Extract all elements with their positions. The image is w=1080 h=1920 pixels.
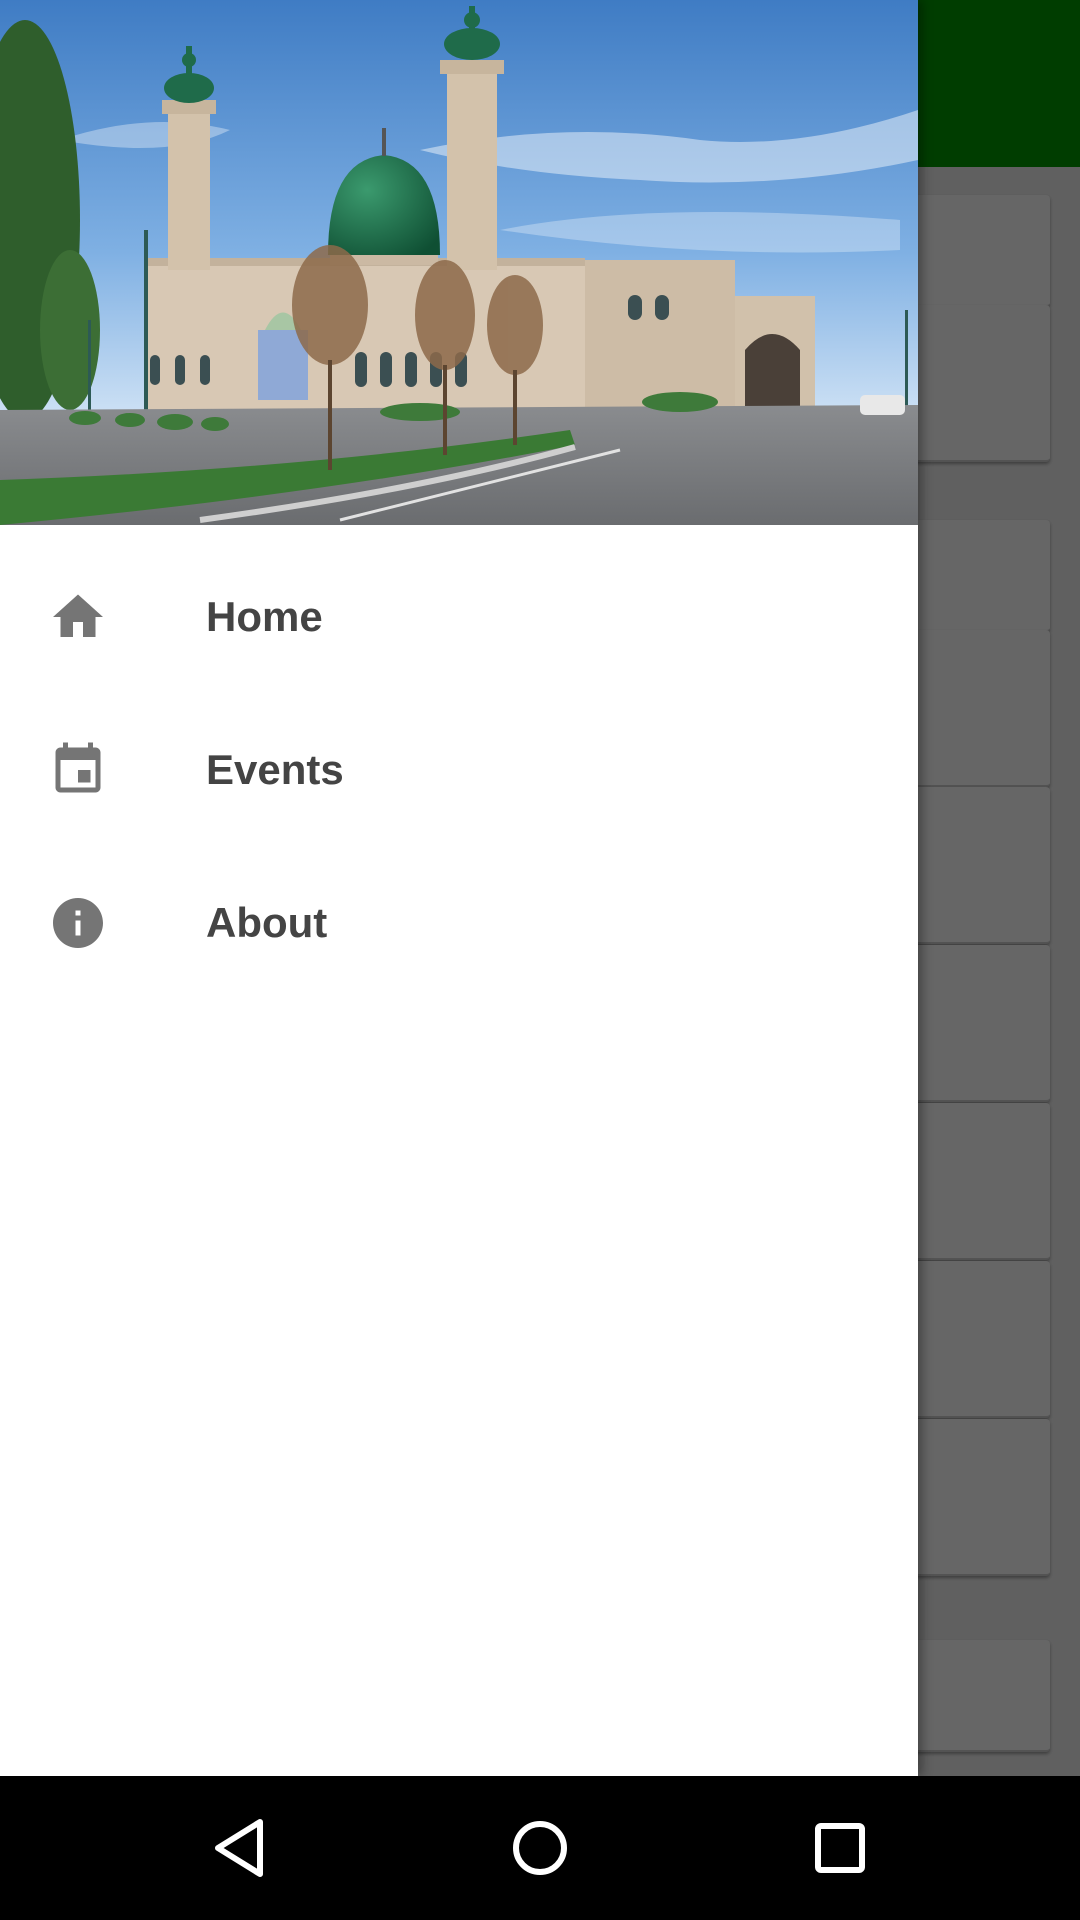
home-button[interactable] [498,1806,582,1890]
drawer-item-about[interactable]: About [0,846,918,999]
calendar-icon [48,740,108,800]
recents-square-icon [815,1823,865,1873]
back-button[interactable] [198,1806,282,1890]
recents-button[interactable] [798,1806,882,1890]
mosque-photo [0,0,918,525]
drawer-item-events[interactable]: Events [0,693,918,846]
info-icon [48,893,108,953]
home-circle-icon [513,1821,567,1875]
screen: Home Events About [0,0,1080,1920]
back-triangle-icon [215,1819,263,1877]
home-icon [48,587,108,647]
drawer-header-image [0,0,918,525]
navigation-drawer: Home Events About [0,0,918,1776]
drawer-item-home[interactable]: Home [0,540,918,693]
drawer-item-label: Events [206,746,344,793]
drawer-item-label: About [206,899,328,946]
drawer-item-label: Home [206,593,323,640]
drawer-menu: Home Events About [0,540,918,999]
system-navigation-bar [0,1776,1080,1920]
